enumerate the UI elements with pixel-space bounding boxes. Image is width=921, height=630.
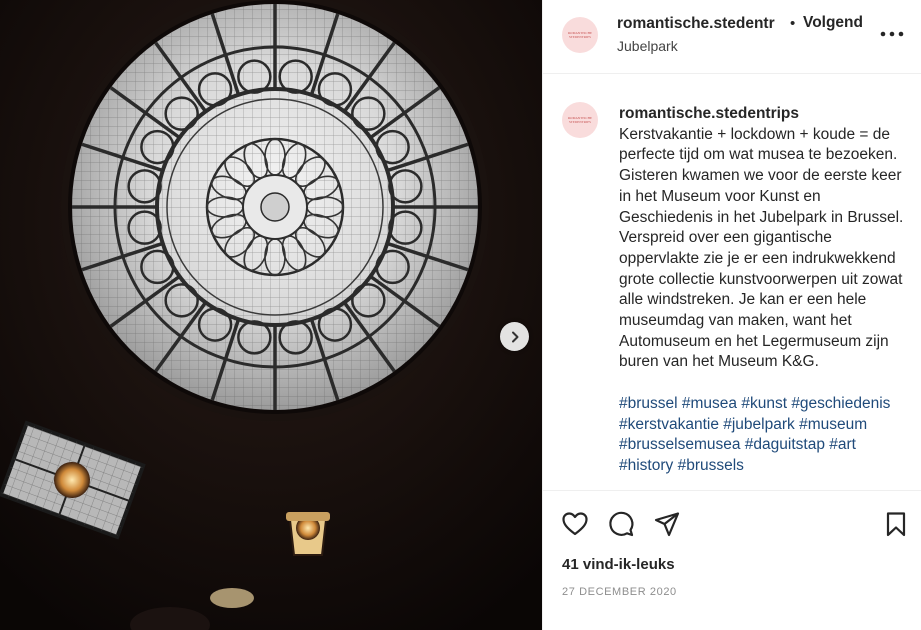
post-date[interactable]: 27 DECEMBER 2020 [562, 586, 677, 598]
separator-dot: • [790, 15, 796, 32]
comment-icon [609, 511, 634, 537]
location-link[interactable]: Jubelpark [617, 38, 678, 54]
post-side-panel: ROMANTISCHE STEDENTRIPS romantische.sted… [542, 0, 921, 630]
post-header: ROMANTISCHE STEDENTRIPS romantische.sted… [543, 0, 921, 74]
avatar[interactable]: ROMANTISCHE STEDENTRIPS [562, 17, 598, 53]
follow-button[interactable]: Volgend [803, 14, 863, 32]
share-button[interactable] [653, 510, 681, 538]
caption-body: romantische.stedentrips Kerstvakantie + … [619, 104, 914, 477]
avatar-logo-text: ROMANTISCHE STEDENTRIPS [567, 31, 593, 39]
save-button[interactable] [882, 510, 910, 538]
caption-area: ROMANTISCHE STEDENTRIPS romantische.sted… [543, 75, 921, 490]
next-image-button[interactable] [500, 322, 529, 351]
more-icon [880, 31, 904, 37]
heart-icon [562, 512, 588, 536]
caption-avatar[interactable]: ROMANTISCHE STEDENTRIPS [562, 102, 598, 138]
more-options-button[interactable] [879, 23, 905, 41]
author-username-link[interactable]: romantische.stedentr [617, 15, 775, 33]
like-button[interactable] [561, 510, 589, 538]
likes-count[interactable]: 41 vind-ik-leuks [562, 556, 675, 573]
share-icon [654, 512, 680, 537]
chevron-right-icon [511, 331, 518, 342]
caption-username-link[interactable]: romantische.stedentrips [619, 104, 914, 125]
caption-text: Kerstvakantie + lockdown + koude = de pe… [619, 125, 904, 371]
bookmark-icon [886, 512, 906, 537]
dome-photo [0, 0, 542, 630]
comment-button[interactable] [607, 510, 635, 538]
post-image [0, 0, 542, 630]
action-bar: 41 vind-ik-leuks 27 DECEMBER 2020 [543, 490, 921, 630]
avatar-logo-text: ROMANTISCHE STEDENTRIPS [567, 116, 593, 124]
caption-hashtags[interactable]: #brussel #musea #kunst #geschiedenis #ke… [619, 394, 914, 477]
